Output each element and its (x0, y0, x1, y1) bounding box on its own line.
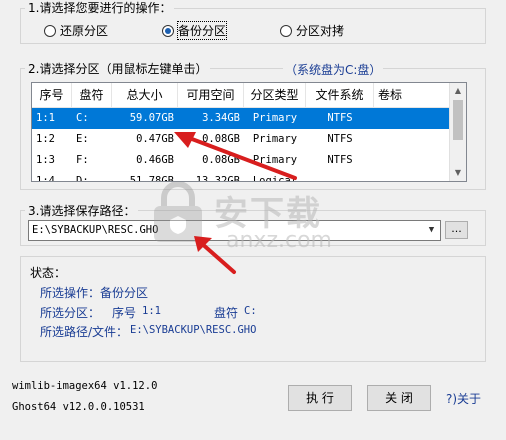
wimlib-version: wimlib-imagex64 v1.12.0 (12, 380, 158, 392)
cell-fs: NTFS (327, 154, 353, 166)
partition-group-title: 2.请选择分区（用鼠标左键单击） (25, 60, 211, 77)
status-partition-num: 1:1 (142, 305, 161, 317)
radio-restore-partition[interactable]: 还原分区 (44, 22, 108, 39)
browse-button[interactable]: ... (445, 221, 468, 239)
save-path-value: E:\SYBACKUP\RESC.GHO (32, 224, 159, 236)
cell-fs (306, 171, 374, 181)
cell-label (374, 108, 452, 129)
cell-free: 3.34GB (202, 112, 240, 124)
col-header-total[interactable]: 总大小 (112, 83, 178, 107)
annotation-arrow-icon-2 (194, 236, 236, 274)
cell-drive: F: (76, 154, 89, 166)
status-operation-value: 备份分区 (100, 286, 149, 300)
status-partition-num-label: 序号 (112, 306, 137, 320)
radio-backup-dot[interactable] (162, 24, 174, 37)
cell-total: 0.46GB (136, 154, 174, 166)
cell-drive: D: (76, 175, 89, 182)
cell-total: 0.47GB (136, 133, 174, 145)
status-partition-drive: C: (244, 305, 257, 317)
status-partition-drive-label: 盘符 (214, 306, 239, 320)
col-header-label[interactable]: 卷标 (374, 83, 452, 107)
ghost-version: Ghost64 v12.0.0.10531 (12, 401, 145, 413)
cell-drive: C: (76, 112, 89, 124)
scroll-down-icon[interactable]: ▼ (450, 165, 466, 181)
radio-restore-label: 还原分区 (60, 24, 109, 38)
execute-button[interactable]: 执 行 (288, 385, 352, 411)
annotation-arrow-icon (174, 132, 297, 180)
status-path-value: E:\SYBACKUP\RESC.GHO (130, 324, 257, 336)
scroll-up-icon[interactable]: ▲ (450, 83, 466, 99)
col-header-fs[interactable]: 文件系统 (306, 83, 374, 107)
radio-copy-partition[interactable]: 分区对拷 (280, 22, 344, 39)
table-row[interactable]: 1:1 C: 59.07GB 3.34GB Primary NTFS (32, 108, 466, 129)
cell-num: 1:3 (36, 154, 55, 166)
radio-copy-dot[interactable] (280, 24, 292, 37)
cell-label (374, 171, 452, 181)
cell-total: 51.78GB (129, 175, 174, 182)
cell-num: 1:4 (36, 175, 55, 182)
radio-backup-label: 备份分区 (176, 21, 228, 40)
cell-drive: E: (76, 133, 89, 145)
radio-restore-dot[interactable] (44, 24, 56, 37)
status-path-label: 所选路径/文件： (40, 325, 129, 339)
about-link[interactable]: ?)关于 (446, 390, 481, 407)
cell-num: 1:2 (36, 133, 55, 145)
status-partition-label: 所选分区： (40, 306, 101, 320)
col-header-free[interactable]: 可用空间 (178, 83, 244, 107)
close-button[interactable]: 关 闭 (367, 385, 431, 411)
radio-backup-partition[interactable]: 备份分区 (162, 21, 228, 40)
cell-total: 59.07GB (129, 112, 174, 124)
partition-list-scrollbar[interactable]: ▲ ▼ (449, 83, 466, 181)
save-path-group-title: 3.请选择保存路径： (25, 202, 139, 219)
status-operation-label: 所选操作： (40, 286, 101, 300)
radio-copy-label: 分区对拷 (296, 24, 345, 38)
col-header-type[interactable]: 分区类型 (244, 83, 306, 107)
cell-num: 1:1 (36, 112, 55, 124)
status-title: 状态： (30, 266, 67, 280)
col-header-drive[interactable]: 盘符 (72, 83, 112, 107)
cell-label (374, 150, 452, 171)
col-header-num[interactable]: 序号 (32, 83, 72, 107)
cell-label (374, 129, 452, 150)
operation-group-title: 1.请选择您要进行的操作： (25, 0, 175, 16)
partition-list-header: 序号 盘符 总大小 可用空间 分区类型 文件系统 卷标 (32, 83, 466, 108)
cell-fs: NTFS (327, 112, 353, 124)
cell-type: Primary (252, 112, 298, 124)
scroll-thumb[interactable] (453, 100, 463, 140)
chevron-down-icon[interactable]: ▼ (423, 221, 440, 240)
cell-fs: NTFS (327, 133, 353, 145)
system-drive-hint: （系统盘为C:盘） (283, 61, 384, 78)
